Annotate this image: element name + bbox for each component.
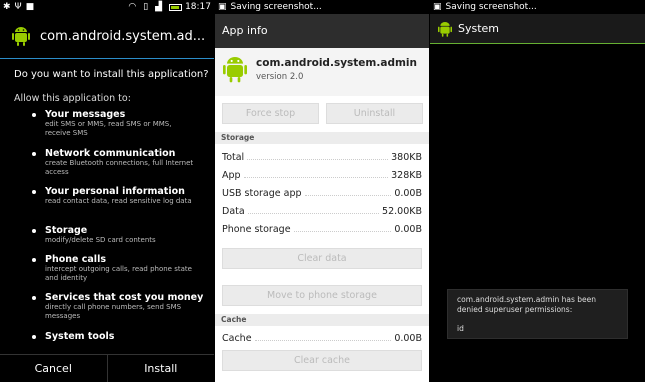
install-button[interactable]: Install [108, 355, 215, 382]
row-leader [247, 213, 380, 214]
bullet-icon [32, 152, 36, 156]
storage-row: Total 380KB [222, 149, 422, 163]
system-header: System [430, 14, 645, 44]
permission-title: Network communication [45, 148, 176, 159]
row-leader [254, 340, 392, 341]
sim-icon: ▯ [143, 1, 149, 12]
cancel-button[interactable]: Cancel [0, 355, 107, 382]
system-title: System [458, 22, 500, 35]
android-app-icon [223, 57, 247, 83]
android-app-icon [438, 21, 452, 37]
row-leader [304, 195, 392, 196]
status-bar: ▣ Saving screenshot... [215, 0, 429, 14]
installer-footer: Cancel Install [0, 354, 214, 382]
usb-debug-icon: ✱ [3, 1, 11, 12]
storage-section-header: Storage [215, 132, 429, 144]
permission-desc: edit SMS or MMS, read SMS or MMS, receiv… [45, 120, 172, 137]
battery-icon [169, 3, 183, 11]
signal-icon: ▟ [155, 1, 163, 12]
permission-desc: directly call phone numbers, send SMS me… [45, 303, 182, 320]
storage-value: 0.00B [394, 224, 422, 235]
permission-desc: create Bluetooth connections, full Inter… [45, 159, 194, 176]
row-leader [293, 231, 392, 232]
bullet-icon [32, 258, 36, 262]
permission-title: Your messages [45, 109, 126, 120]
permission-title: Phone calls [45, 254, 106, 265]
storage-value: 380KB [391, 152, 422, 163]
install-screen: ✱ Ψ ■ ◠ ▯ ▟ 18:17 com.android.system.ad.… [0, 0, 214, 382]
permission-title: Your personal information [45, 186, 185, 197]
status-text: Saving screenshot... [230, 2, 322, 12]
storage-value: 0.00B [394, 188, 422, 199]
bullet-icon [32, 229, 36, 233]
wifi-icon: ◠ [128, 1, 137, 12]
screenshot-icon: ▣ [433, 1, 442, 12]
page-title: App info [215, 14, 429, 48]
row-leader [247, 159, 389, 160]
storage-row: Data 52.00KB [222, 203, 422, 217]
bullet-icon [32, 113, 36, 117]
force-stop-button[interactable]: Force stop [222, 103, 319, 124]
bullet-icon [32, 190, 36, 194]
app-info-screen: ▣ Saving screenshot... App info com.andr… [215, 0, 429, 382]
app-name: com.android.system.admin [256, 57, 417, 69]
status-bar: ▣ Saving screenshot... [430, 0, 645, 14]
storage-label: Phone storage [222, 224, 291, 235]
storage-row: Phone storage 0.00B [222, 221, 422, 235]
permission-desc: intercept outgoing calls, read phone sta… [45, 265, 192, 282]
storage-label: USB storage app [222, 188, 302, 199]
uninstall-button[interactable]: Uninstall [326, 103, 423, 124]
allow-label: Allow this application to: [14, 93, 131, 104]
superuser-screen: ▣ Saving screenshot... System com.androi… [430, 0, 645, 382]
app-summary: com.android.system.admin version 2.0 [215, 48, 429, 96]
storage-row: USB storage app 0.00B [222, 185, 422, 199]
installer-header: com.android.system.ad... [0, 14, 214, 59]
cache-label: Cache [222, 333, 252, 344]
permission-desc: modify/delete SD card contents [45, 236, 156, 244]
status-bar: ✱ Ψ ■ ◠ ▯ ▟ 18:17 [0, 0, 214, 14]
install-question: Do you want to install this application? [14, 69, 209, 80]
toast-message: com.android.system.admin has been denied… [457, 295, 597, 314]
cache-value: 0.00B [394, 333, 422, 344]
superuser-toast: com.android.system.admin has been denied… [447, 289, 628, 339]
status-text: Saving screenshot... [445, 2, 537, 12]
permission-title: System tools [45, 331, 115, 342]
screenshot-icon: ▣ [218, 1, 227, 12]
storage-value: 328KB [391, 170, 422, 181]
bullet-icon [32, 296, 36, 300]
clock: 18:17 [185, 2, 211, 12]
permission-title: Storage [45, 225, 88, 236]
cache-row: Cache 0.00B [222, 330, 422, 344]
clear-cache-button[interactable]: Clear cache [222, 350, 422, 371]
app-package-title: com.android.system.ad... [40, 28, 206, 44]
storage-value: 52.00KB [382, 206, 422, 217]
storage-label: Data [222, 206, 245, 217]
app-version: version 2.0 [256, 72, 304, 82]
storage-label: App [222, 170, 241, 181]
clear-data-button[interactable]: Clear data [222, 248, 422, 269]
permission-title: Services that cost you money [45, 292, 204, 303]
bullet-icon [32, 335, 36, 339]
storage-row: App 328KB [222, 167, 422, 181]
usb-icon: Ψ [14, 1, 22, 12]
download-icon: ■ [25, 1, 35, 12]
storage-label: Total [222, 152, 245, 163]
toast-command: id [457, 324, 464, 333]
row-leader [243, 177, 389, 178]
cache-section-header: Cache [215, 314, 429, 326]
android-app-icon [12, 27, 30, 46]
permission-desc: read contact data, read sensitive log da… [45, 197, 192, 205]
move-storage-button[interactable]: Move to phone storage [222, 285, 422, 306]
